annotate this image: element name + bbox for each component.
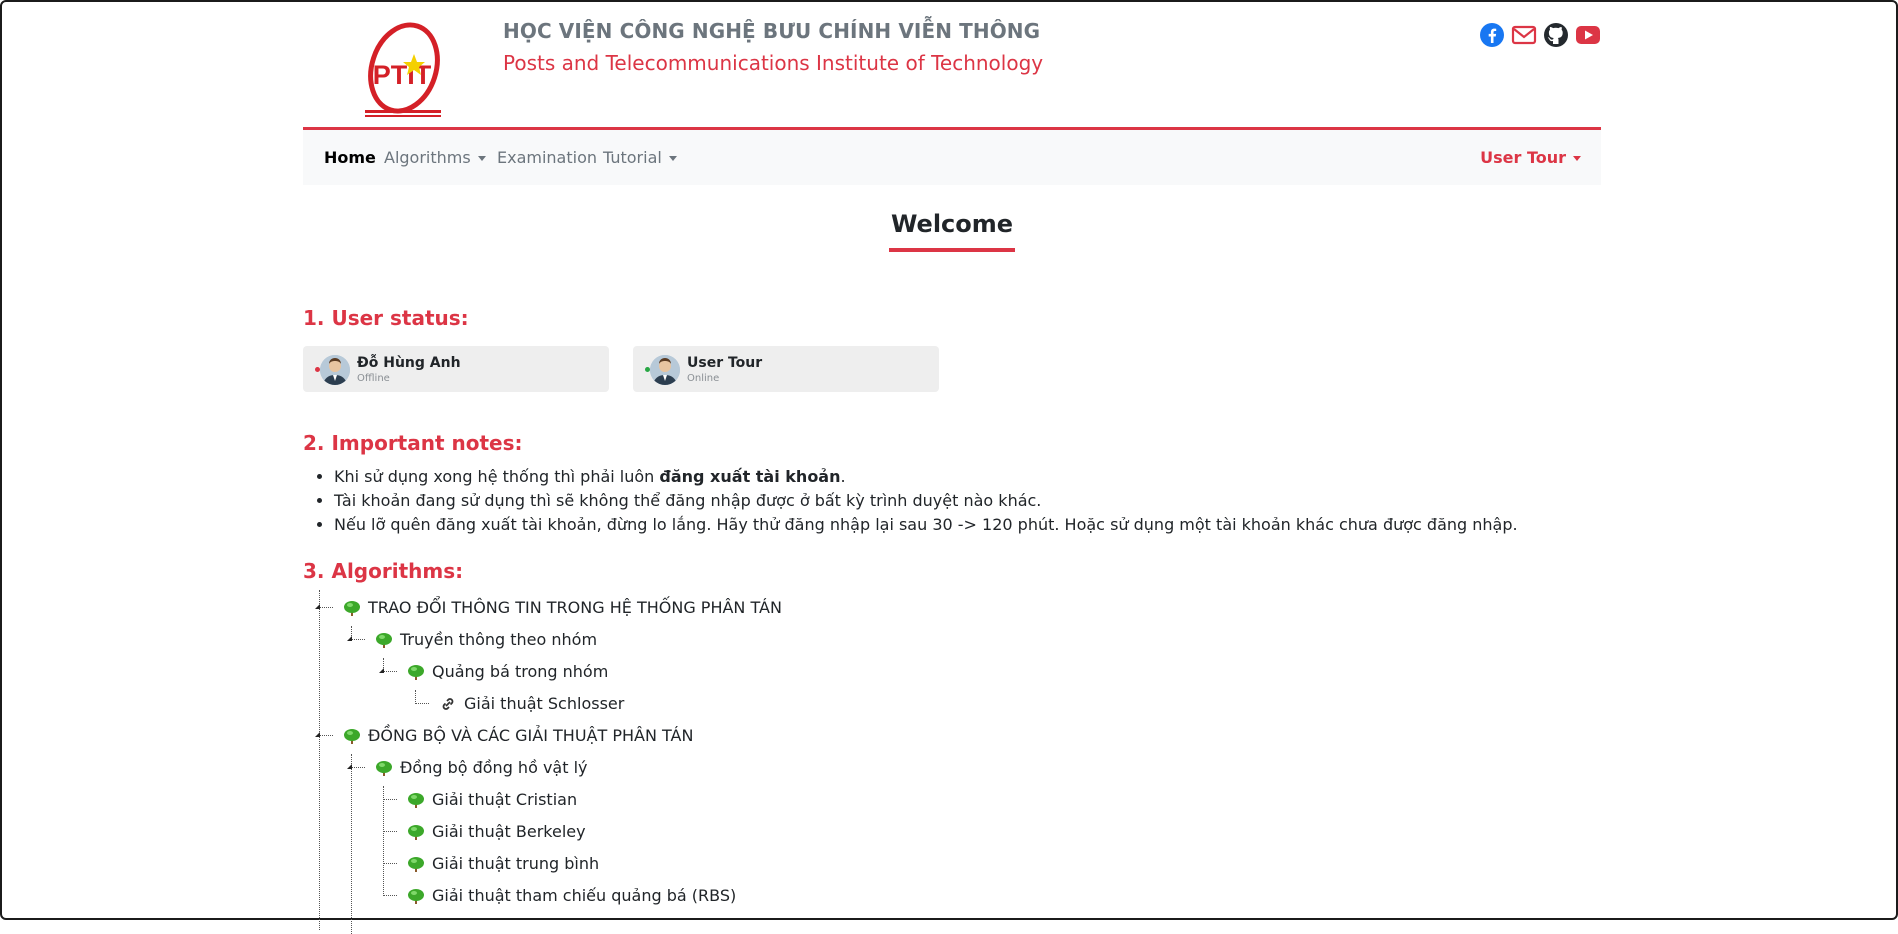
chevron-down-icon	[477, 156, 486, 161]
tree-icon	[376, 761, 392, 776]
tree-icon	[408, 665, 424, 680]
collapse-toggle-icon[interactable]	[347, 636, 352, 641]
tree-line	[319, 607, 333, 608]
social-links	[1479, 22, 1601, 48]
notes-list: Khi sử dụng xong hệ thống thì phải luôn …	[303, 465, 1518, 537]
user-status: Offline	[357, 373, 390, 384]
tree-line	[351, 767, 365, 768]
facebook-icon[interactable]	[1479, 22, 1505, 48]
tree-node-label[interactable]: Đồng bộ đồng hồ vật lý	[400, 752, 588, 784]
collapse-toggle-icon[interactable]	[347, 764, 352, 769]
tree-line	[383, 831, 397, 832]
github-icon[interactable]	[1543, 22, 1569, 48]
tree-line	[415, 703, 429, 704]
institute-name-vn: HỌC VIỆN CÔNG NGHỆ BƯU CHÍNH VIỄN THÔNG	[503, 19, 1041, 43]
nav-user-label: User Tour	[1480, 148, 1566, 167]
link-icon	[442, 698, 454, 710]
user-card[interactable]: User Tour Online	[633, 346, 939, 392]
user-status: Online	[687, 373, 720, 384]
tree-node-label[interactable]: ĐỒNG BỘ VÀ CÁC GIẢI THUẬT PHÂN TÁN	[368, 720, 693, 752]
tree-line	[383, 863, 397, 864]
tree-node-label[interactable]: Giải thuật Berkeley	[432, 816, 586, 848]
tree-line	[383, 799, 397, 800]
list-item: Tài khoản đang sử dụng thì sẽ không thể …	[334, 489, 1518, 513]
nav-tutorial-label: Tutorial	[603, 148, 662, 167]
tree-line	[319, 590, 320, 930]
user-name: User Tour	[687, 355, 763, 371]
collapse-toggle-icon[interactable]	[315, 732, 320, 737]
user-name: Đỗ Hùng Anh	[357, 355, 461, 371]
page-title: Welcome	[888, 210, 1016, 252]
logo-text: PTIT	[373, 60, 432, 90]
collapse-toggle-icon[interactable]	[315, 604, 320, 609]
tree-icon	[408, 889, 424, 904]
institute-name-en: Posts and Telecommunications Institute o…	[503, 51, 1044, 75]
tree-node-label[interactable]: Giải thuật Schlosser	[464, 688, 624, 720]
tree-icon	[408, 857, 424, 872]
list-item: Nếu lỡ quên đăng xuất tài khoản, đừng lo…	[334, 513, 1518, 537]
chevron-down-icon	[1573, 156, 1581, 161]
avatar	[650, 355, 680, 385]
chevron-down-icon	[668, 156, 677, 161]
avatar	[320, 355, 350, 385]
list-item: Khi sử dụng xong hệ thống thì phải luôn …	[334, 465, 1518, 489]
nav-user-dropdown[interactable]: User Tour	[1480, 148, 1581, 167]
nav-home[interactable]: Home	[324, 148, 376, 167]
nav-algorithms-dropdown[interactable]: Algorithms	[384, 148, 486, 167]
tree-line	[351, 754, 352, 934]
tree-node-label[interactable]: Giải thuật trung bình	[432, 848, 599, 880]
tree-node-label[interactable]: TRAO ĐỔI THÔNG TIN TRONG HỆ THỐNG PHÂN T…	[368, 592, 782, 624]
site-header: PTIT HỌC VIỆN CÔNG NGHỆ BƯU CHÍNH VIỄN T…	[303, 2, 1601, 130]
tree-line	[351, 639, 365, 640]
nav-examination[interactable]: Examination	[497, 148, 597, 167]
email-icon[interactable]	[1511, 22, 1537, 48]
tree-icon	[344, 729, 360, 744]
nav-algorithms-label: Algorithms	[384, 148, 471, 167]
welcome-block: Welcome	[303, 210, 1601, 252]
ptit-logo[interactable]: PTIT	[359, 16, 445, 122]
tree-node-label[interactable]: Truyền thông theo nhóm	[400, 624, 597, 656]
collapse-toggle-icon[interactable]	[379, 668, 384, 673]
section-notes-title: 2. Important notes:	[303, 431, 523, 455]
tree-node-label[interactable]: Quảng bá trong nhóm	[432, 656, 608, 688]
note-text: .	[840, 467, 846, 486]
main-navbar: Home Algorithms Examination Tutorial Use…	[303, 130, 1601, 185]
tree-icon	[408, 825, 424, 840]
note-text: Khi sử dụng xong hệ thống thì phải luôn	[334, 467, 660, 486]
tree-icon	[408, 793, 424, 808]
tree-node-label[interactable]: Giải thuật tham chiếu quảng bá (RBS)	[432, 880, 736, 912]
tree-icon	[376, 633, 392, 648]
note-bold: đăng xuất tài khoản	[659, 467, 841, 486]
section-user-status-title: 1. User status:	[303, 306, 469, 330]
tree-line	[383, 671, 397, 672]
user-card[interactable]: Đỗ Hùng Anh Offline	[303, 346, 609, 392]
nav-tutorial-dropdown[interactable]: Tutorial	[603, 148, 677, 167]
tree-line	[415, 690, 416, 702]
tree-line	[383, 786, 384, 894]
tree-icon	[344, 601, 360, 616]
youtube-icon[interactable]	[1575, 22, 1601, 48]
page-container: PTIT HỌC VIỆN CÔNG NGHỆ BƯU CHÍNH VIỄN T…	[303, 2, 1601, 934]
algorithm-tree: TRAO ĐỔI THÔNG TIN TRONG HỆ THỐNG PHÂN T…	[303, 590, 1601, 934]
section-algorithms-title: 3. Algorithms:	[303, 559, 464, 583]
tree-node-label[interactable]: Giải thuật Cristian	[432, 784, 577, 816]
tree-line	[383, 895, 397, 896]
tree-line	[319, 735, 333, 736]
